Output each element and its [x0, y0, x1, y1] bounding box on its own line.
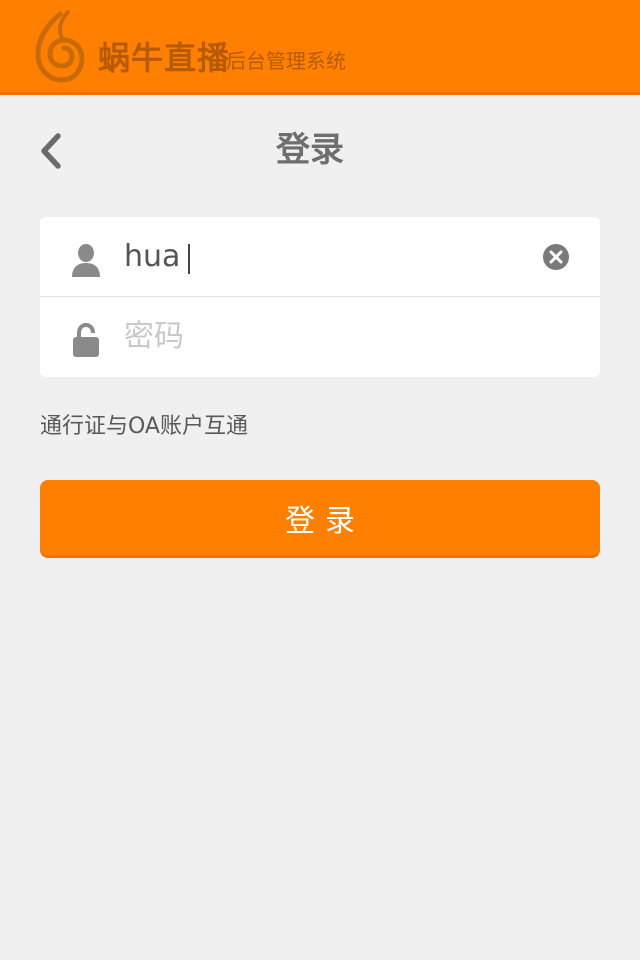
- login-form: [40, 217, 600, 377]
- app-header: 蜗牛直播 后台管理系统: [0, 0, 640, 95]
- clear-circle-icon[interactable]: [542, 243, 570, 271]
- login-button[interactable]: 登录: [40, 480, 600, 558]
- username-input[interactable]: [124, 237, 524, 277]
- brand-subtitle: 后台管理系统: [226, 49, 346, 73]
- page-title: 登录: [276, 130, 344, 170]
- text-cursor: [188, 244, 190, 274]
- user-icon: [72, 244, 100, 277]
- snail-logo-icon: [35, 10, 85, 83]
- password-row: [40, 297, 600, 377]
- password-input[interactable]: [124, 317, 524, 357]
- account-note: 通行证与OA账户互通: [40, 414, 248, 439]
- brand-name: 蜗牛直播: [98, 39, 231, 77]
- lock-icon: [73, 323, 99, 357]
- username-row: [40, 217, 600, 297]
